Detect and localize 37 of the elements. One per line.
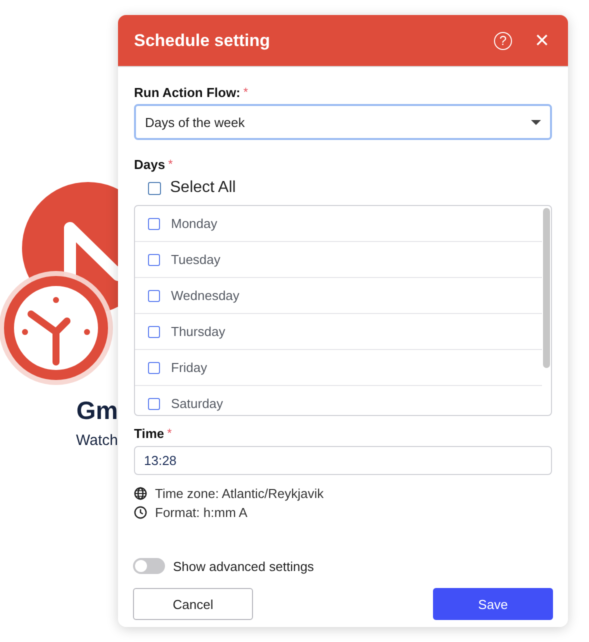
checkbox[interactable] [148,362,160,374]
required-mark: * [168,157,173,171]
field-label: Days [134,157,166,172]
field-label: Time [134,426,164,441]
globe-icon [134,487,147,500]
caret-icon [531,120,541,124]
day-label: Thursday [171,324,226,339]
day-label: Saturday [171,396,224,411]
day-label: Wednesday [171,288,240,303]
cancel-button[interactable]: Cancel [133,588,253,620]
day-label: Tuesday [171,252,220,267]
checkbox[interactable] [148,218,160,230]
checkbox[interactable] [148,254,160,266]
time-zone-text: Time zone: Atlantic/Reykjavik [155,486,324,501]
checkbox[interactable] [148,290,160,302]
format-text: Format: h:mm A [155,505,248,520]
scrollbar-thumb[interactable] [543,208,550,368]
app-subtitle: Watch [76,432,118,449]
select-all-label: Select All [170,179,236,197]
close-button[interactable]: × [532,30,552,50]
checkbox[interactable] [148,398,160,410]
checkbox[interactable] [148,326,160,338]
required-mark: * [167,426,172,440]
time-field[interactable]: 13:28 [134,446,552,475]
save-button[interactable]: Save [433,588,553,620]
clock-icon [134,506,147,519]
field-label: Run Action Flow: [134,85,240,100]
day-label: Monday [171,216,218,231]
required-mark: * [243,85,248,99]
day-label: Friday [171,360,208,375]
checkbox[interactable] [148,182,161,194]
dialog-title: Schedule setting [134,30,272,50]
toggle-label: Show advanced settings [173,558,314,574]
flow-select[interactable]: Days of the week [134,104,552,140]
help-button[interactable]: ? [494,32,512,50]
toggle-switch[interactable] [133,558,165,574]
app-title: Gm [76,396,118,426]
